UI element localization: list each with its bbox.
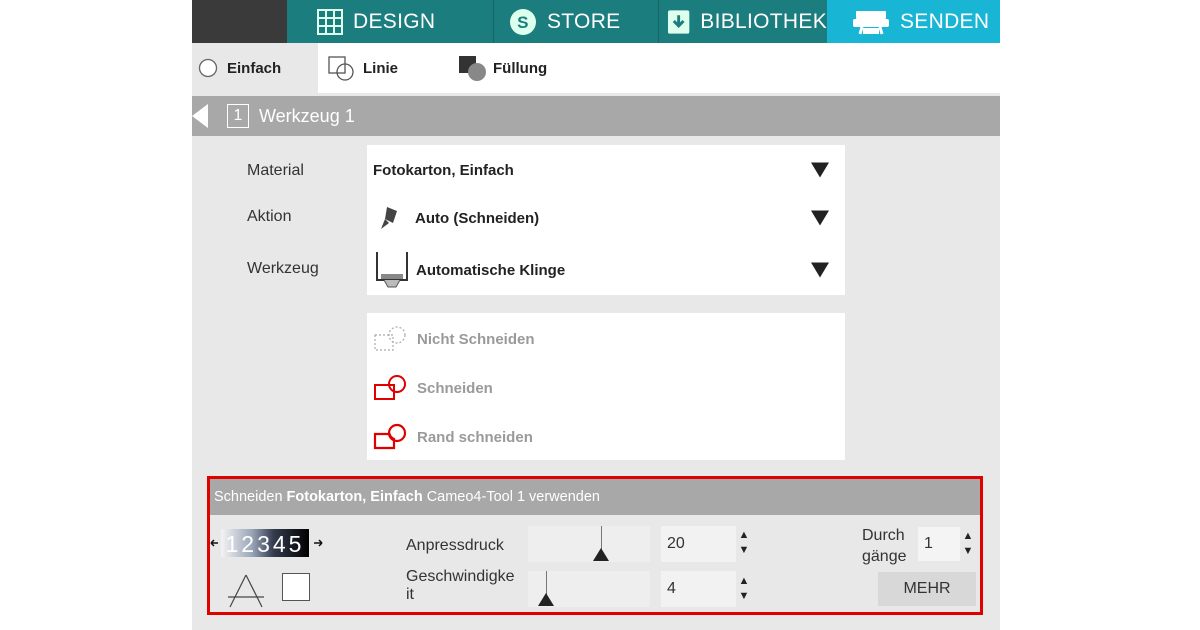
tab-store-label: STORE (547, 9, 621, 33)
passes-label-line1: Durch (862, 527, 905, 544)
store-s-icon: S (510, 8, 536, 35)
tool-label: Werkzeug (247, 260, 319, 277)
collapse-triangle-icon[interactable] (192, 103, 210, 129)
tab-design-label: DESIGN (353, 9, 436, 33)
action-value: Auto (Schneiden) (415, 209, 540, 227)
dropdown-arrow-icon[interactable] (811, 210, 829, 226)
cut-mode-rand-schneiden-label: Rand schneiden (417, 428, 533, 446)
cut-mode-nicht-schneiden[interactable]: Nicht Schneiden (373, 319, 535, 359)
blade-digits: 12345 (226, 531, 305, 557)
pressure-label: Anpressdruck (406, 537, 504, 554)
pressure-slider[interactable] (528, 526, 650, 562)
material-dropdown[interactable]: Fotokarton, Einfach (367, 145, 845, 195)
cut-mode-nicht-schneiden-label: Nicht Schneiden (417, 330, 535, 348)
grid-icon (317, 8, 343, 35)
speed-label: Geschwindigke it (406, 568, 515, 604)
mode-tab-fuellung-label: Füllung (493, 59, 548, 77)
passes-label-line2: gänge (862, 548, 907, 565)
header-prefix: Schneiden (214, 489, 283, 505)
pressure-stepper[interactable]: ▲ ▼ (738, 528, 750, 558)
send-cutter-icon (853, 10, 889, 34)
cut-settings-panel: Schneiden Fotokarton, Einfach Cameo4-Too… (207, 476, 983, 615)
tab-design[interactable]: DESIGN (287, 0, 494, 43)
automatic-blade-icon (376, 252, 408, 288)
mode-tab-einfach[interactable]: Einfach (192, 43, 318, 93)
checkbox[interactable] (282, 573, 310, 601)
cut-mode-list: Nicht Schneiden Schneiden Rand schneiden (367, 313, 845, 460)
fill-shapes-icon (459, 56, 486, 81)
tool-section-header[interactable]: 1 Werkzeug 1 (192, 96, 1000, 136)
dropdown-arrow-icon[interactable] (811, 262, 829, 278)
settings-select-box: Fotokarton, Einfach Auto (Schneiden) Aut… (367, 145, 845, 295)
slider-handle[interactable] (593, 548, 609, 561)
library-download-icon (667, 9, 690, 34)
passes-label: Durch gänge (862, 525, 907, 567)
blade-depth-selector[interactable]: 12345 (210, 525, 332, 561)
action-label: Aktion (247, 208, 292, 225)
tab-senden-label: SENDEN (900, 9, 990, 33)
tab-store[interactable]: S STORE (494, 0, 659, 43)
tab-senden[interactable]: SENDEN (827, 0, 1000, 43)
tab-bibliothek[interactable]: BIBLIOTHEK (659, 0, 827, 43)
tool-dropdown[interactable]: Automatische Klinge (367, 245, 845, 295)
pressure-input[interactable]: 20 (661, 526, 736, 562)
header-material: Fotokarton, Einfach (286, 489, 423, 505)
tool-number-badge: 1 (227, 104, 249, 128)
material-label: Material (247, 162, 304, 179)
cut-settings-header: Schneiden Fotokarton, Einfach Cameo4-Too… (210, 479, 980, 515)
speed-stepper[interactable]: ▲ ▼ (738, 574, 750, 604)
header-suffix: Cameo4-Tool 1 verwenden (426, 489, 600, 505)
svg-text:S: S (517, 13, 529, 32)
tab-bibliothek-label: BIBLIOTHEK (700, 9, 827, 33)
blade-action-icon (381, 207, 397, 229)
material-value: Fotokarton, Einfach (373, 161, 514, 179)
mode-tab-fuellung[interactable]: Füllung (457, 43, 577, 93)
speed-input[interactable]: 4 (661, 571, 736, 607)
line-shapes-icon (328, 56, 354, 81)
cut-mode-rand-schneiden[interactable]: Rand schneiden (373, 417, 533, 457)
dropdown-arrow-icon[interactable] (811, 162, 829, 178)
radio-circle-icon (198, 58, 218, 78)
mode-tab-linie-label: Linie (363, 59, 399, 77)
tool-tripod-icon (228, 574, 264, 608)
passes-input[interactable]: 1 (918, 527, 960, 561)
tool-section-title: Werkzeug 1 (259, 105, 355, 126)
top-nav: DESIGN S STORE BIBLIOTHEK SENDEN (192, 0, 1000, 43)
speed-label-line1: Geschwindigke (406, 568, 515, 585)
speed-label-line2: it (406, 586, 414, 603)
cut-mode-schneiden[interactable]: Schneiden (373, 368, 493, 408)
tool-value: Automatische Klinge (416, 261, 566, 279)
mode-tab-einfach-label: Einfach (227, 59, 282, 77)
cut-mode-schneiden-label: Schneiden (417, 379, 493, 397)
more-button[interactable]: MEHR (878, 572, 976, 606)
nav-lead-area (192, 0, 287, 43)
speed-slider[interactable] (528, 571, 650, 607)
app-window: DESIGN S STORE BIBLIOTHEK SENDEN Einfach… (192, 0, 1000, 630)
action-dropdown[interactable]: Auto (Schneiden) (367, 193, 845, 243)
mode-tabs: Einfach Linie Füllung (192, 43, 1000, 93)
mode-tab-linie[interactable]: Linie (325, 43, 435, 93)
slider-handle[interactable] (538, 593, 554, 606)
no-cut-icon (374, 326, 406, 351)
cut-icon (374, 375, 406, 400)
passes-stepper[interactable]: ▲ ▼ (962, 529, 974, 559)
cut-edge-icon (373, 423, 407, 450)
